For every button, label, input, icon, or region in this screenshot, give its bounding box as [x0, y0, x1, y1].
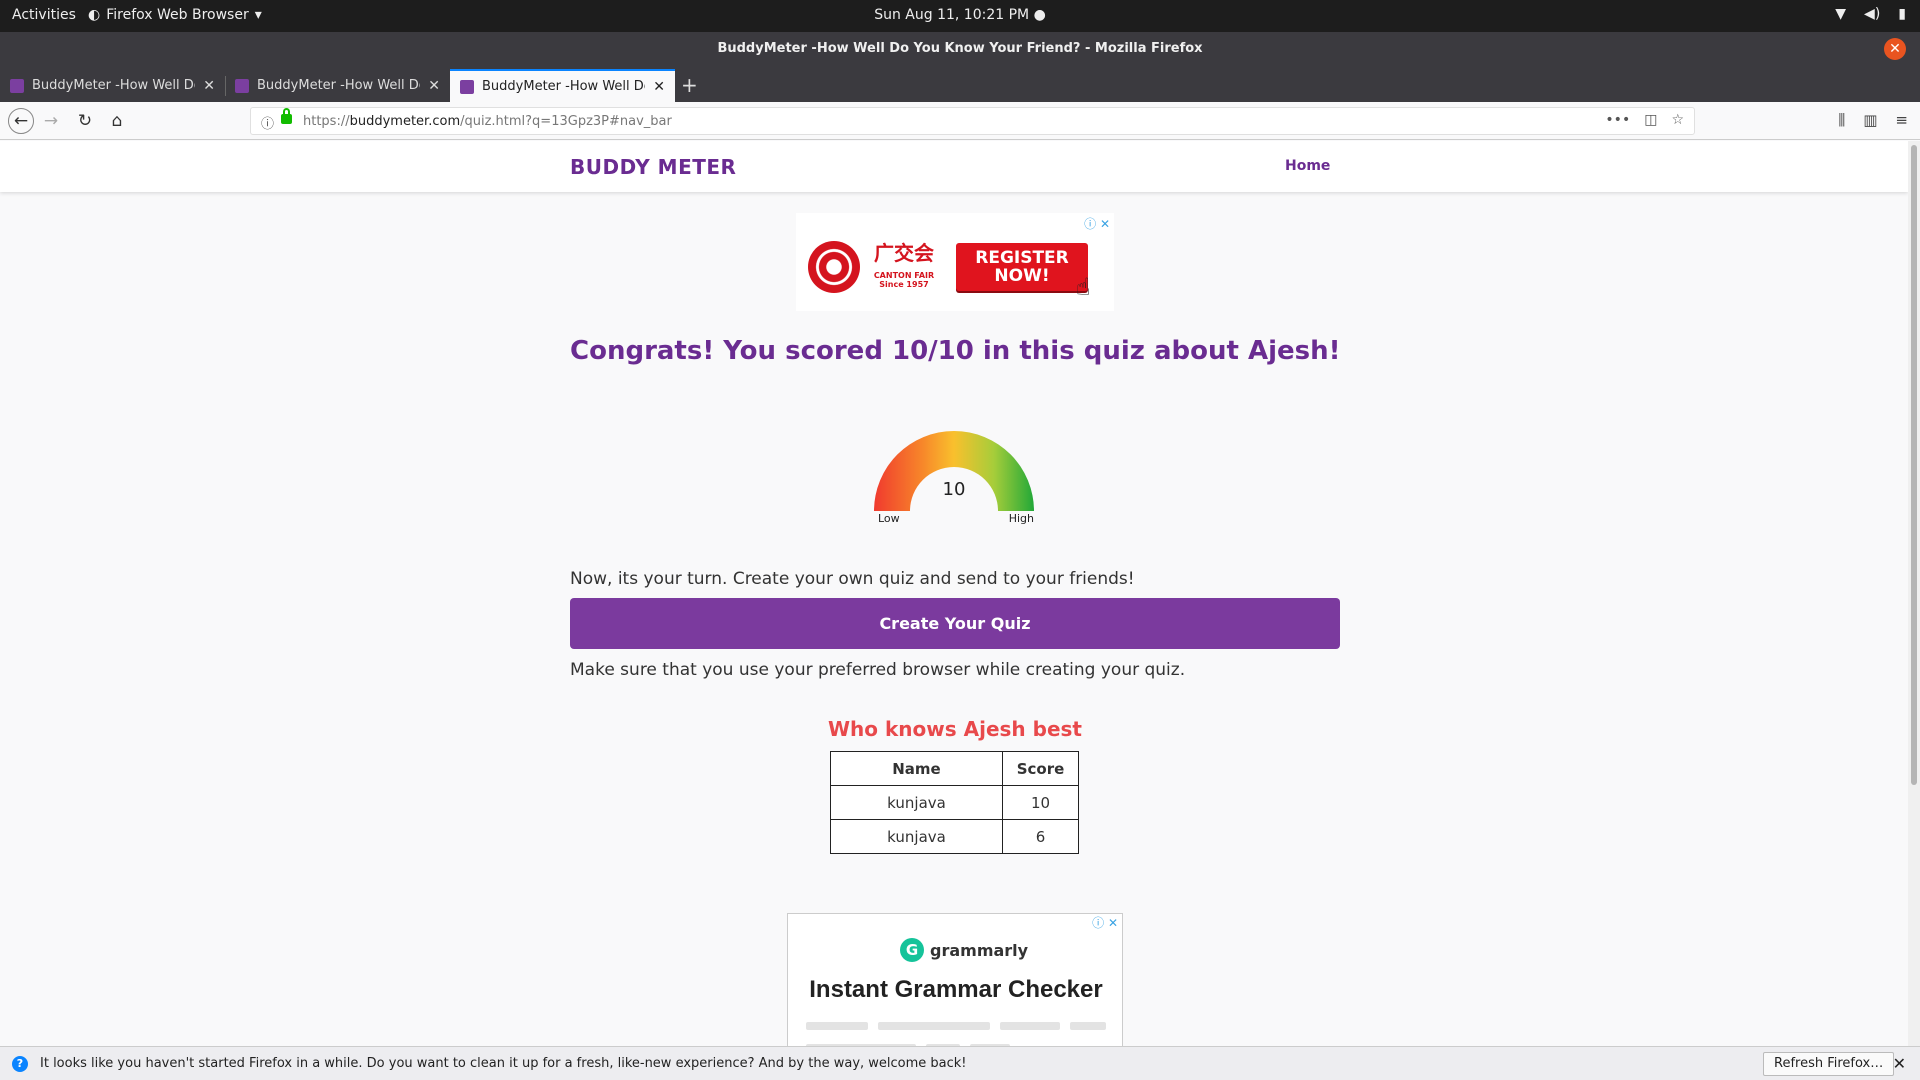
notification-dot-icon: ●	[1033, 7, 1046, 23]
name-column-header: Name	[830, 751, 1003, 786]
browser-note-text: Make sure that you use your preferred br…	[570, 660, 1186, 680]
tab-close-icon[interactable]: ✕	[203, 78, 215, 94]
reload-button[interactable]: ↻	[74, 110, 96, 132]
page-actions-icon[interactable]: •••	[1605, 112, 1630, 128]
create-your-quiz-button[interactable]: Create Your Quiz	[570, 598, 1340, 649]
bookmark-star-icon[interactable]: ☆	[1671, 112, 1684, 128]
site-info-icon[interactable]: ⓘ	[261, 113, 274, 132]
firefox-icon: ◐	[88, 7, 101, 23]
window-title-bar: BuddyMeter -How Well Do You Know Your Fr…	[0, 32, 1920, 66]
url-bar[interactable]: ⓘ https://buddymeter.com/quiz.html?q=13G…	[250, 107, 1695, 135]
buddy-meter-logo[interactable]: BUDDY METER	[570, 155, 736, 179]
scrollbar-thumb[interactable]	[1911, 145, 1917, 785]
canton-fair-subtitle: CANTON FAIR Since 1957	[873, 271, 935, 289]
app-menu-label: Firefox Web Browser	[106, 7, 249, 23]
row-name: kunjava	[830, 785, 1003, 820]
ad-choices-icon[interactable]: ⓘ ✕	[1092, 914, 1118, 931]
refresh-notification-bar: ? It looks like you haven't started Fire…	[0, 1046, 1920, 1080]
canton-fair-brand: 广交会	[874, 241, 934, 265]
activities-button[interactable]: Activities	[12, 7, 76, 23]
buddymeter-favicon-icon	[460, 79, 474, 94]
pocket-icon[interactable]: ◫	[1644, 112, 1657, 128]
sidebar-icon[interactable]: ▥	[1863, 111, 1877, 129]
leaderboard-title: Who knows Ajesh best	[828, 717, 1082, 741]
notification-message: It looks like you haven't started Firefo…	[40, 1056, 967, 1071]
tab-label: BuddyMeter -How Well Do You Know Your Fr…	[257, 78, 420, 93]
hamburger-menu-icon[interactable]: ≡	[1895, 111, 1908, 129]
table-row: kunjava 10	[830, 785, 1079, 820]
row-name: kunjava	[830, 819, 1003, 854]
volume-icon: ◀)	[1864, 6, 1881, 22]
tab-close-icon[interactable]: ✕	[428, 78, 440, 94]
row-score: 10	[1002, 785, 1079, 820]
url-text[interactable]: https://buddymeter.com/quiz.html?q=13Gpz…	[303, 114, 672, 129]
question-icon: ?	[12, 1056, 28, 1072]
page-viewport: BUDDY METER Home ⓘ ✕ 广交会 CANTON FAIR Sin…	[0, 141, 1908, 1046]
score-heading: Congrats! You scored 10/10 in this quiz …	[570, 336, 1341, 366]
battery-icon: ▮	[1898, 6, 1906, 22]
tab-label: BuddyMeter -How Well Do You Know Your Fr…	[32, 78, 195, 93]
lock-icon	[281, 108, 292, 124]
navigation-toolbar: ← → ↻ ⌂ ⓘ https://buddymeter.com/quiz.ht…	[0, 102, 1920, 140]
tab-1[interactable]: BuddyMeter -How Well Do You Know Your Fr…	[0, 69, 225, 102]
tab-3-active[interactable]: BuddyMeter -How Well Do You Know Your Fr…	[450, 69, 675, 102]
close-icon[interactable]: ✕	[1893, 1054, 1906, 1073]
grammarly-logo: G grammarly	[900, 938, 1028, 962]
grammarly-brand: grammarly	[930, 940, 1029, 960]
window-title: BuddyMeter -How Well Do You Know Your Fr…	[717, 41, 1203, 56]
gauge-value: 10	[942, 479, 966, 500]
register-now-button[interactable]: REGISTER NOW!	[956, 243, 1088, 291]
wifi-icon: ▼	[1835, 6, 1847, 22]
table-header-row: Name Score	[830, 751, 1079, 786]
grammarly-ad[interactable]: ⓘ ✕ G grammarly Instant Grammar Checker	[787, 913, 1123, 1046]
gauge-high-label: High	[1008, 512, 1034, 525]
home-link[interactable]: Home	[1285, 158, 1330, 174]
system-tray[interactable]: ▼ ◀) ▮	[1835, 6, 1906, 22]
tab-label: BuddyMeter -How Well Do You Know Your Fr…	[482, 79, 645, 94]
home-button[interactable]: ⌂	[106, 110, 128, 132]
score-gauge: 10 Low High	[872, 429, 1036, 529]
chevron-down-icon: ▾	[254, 7, 262, 23]
ad-choices-icon[interactable]: ⓘ ✕	[1084, 215, 1110, 232]
canton-fair-ad[interactable]: ⓘ ✕ 广交会 CANTON FAIR Since 1957 REGISTER …	[796, 213, 1114, 311]
tab-strip: BuddyMeter -How Well Do You Know Your Fr…	[0, 66, 1920, 102]
clock[interactable]: Sun Aug 11, 10:21 PM	[874, 7, 1029, 23]
library-icon[interactable]: ⫼	[1838, 111, 1845, 129]
window-close-button[interactable]: ✕	[1884, 38, 1906, 60]
refresh-firefox-button[interactable]: Refresh Firefox…	[1763, 1052, 1895, 1076]
canton-fair-logo	[808, 241, 860, 293]
grammarly-g-icon: G	[900, 938, 924, 962]
hand-cursor-icon: ☝	[1076, 273, 1091, 301]
row-score: 6	[1002, 819, 1079, 854]
grammarly-headline: Instant Grammar Checker	[809, 976, 1103, 1003]
gauge-arc	[874, 431, 1034, 511]
forward-button[interactable]: →	[40, 110, 62, 132]
new-tab-button[interactable]: +	[681, 73, 698, 97]
leaderboard-table: Name Score kunjava 10 kunjava 6	[830, 751, 1079, 854]
app-menu[interactable]: ◐ Firefox Web Browser ▾	[88, 7, 262, 23]
tab-close-icon[interactable]: ✕	[653, 79, 665, 95]
score-column-header: Score	[1002, 751, 1079, 786]
page-scrollbar[interactable]	[1908, 141, 1920, 1046]
site-header: BUDDY METER Home	[0, 141, 1908, 192]
buddymeter-favicon-icon	[235, 78, 249, 93]
back-button[interactable]: ←	[8, 108, 34, 134]
your-turn-text: Now, its your turn. Create your own quiz…	[570, 569, 1135, 589]
table-row: kunjava 6	[830, 819, 1079, 854]
gauge-low-label: Low	[878, 512, 900, 525]
buddymeter-favicon-icon	[10, 78, 24, 93]
system-top-bar: Activities ◐ Firefox Web Browser ▾ Sun A…	[0, 0, 1920, 32]
tab-2[interactable]: BuddyMeter -How Well Do You Know Your Fr…	[225, 69, 450, 102]
